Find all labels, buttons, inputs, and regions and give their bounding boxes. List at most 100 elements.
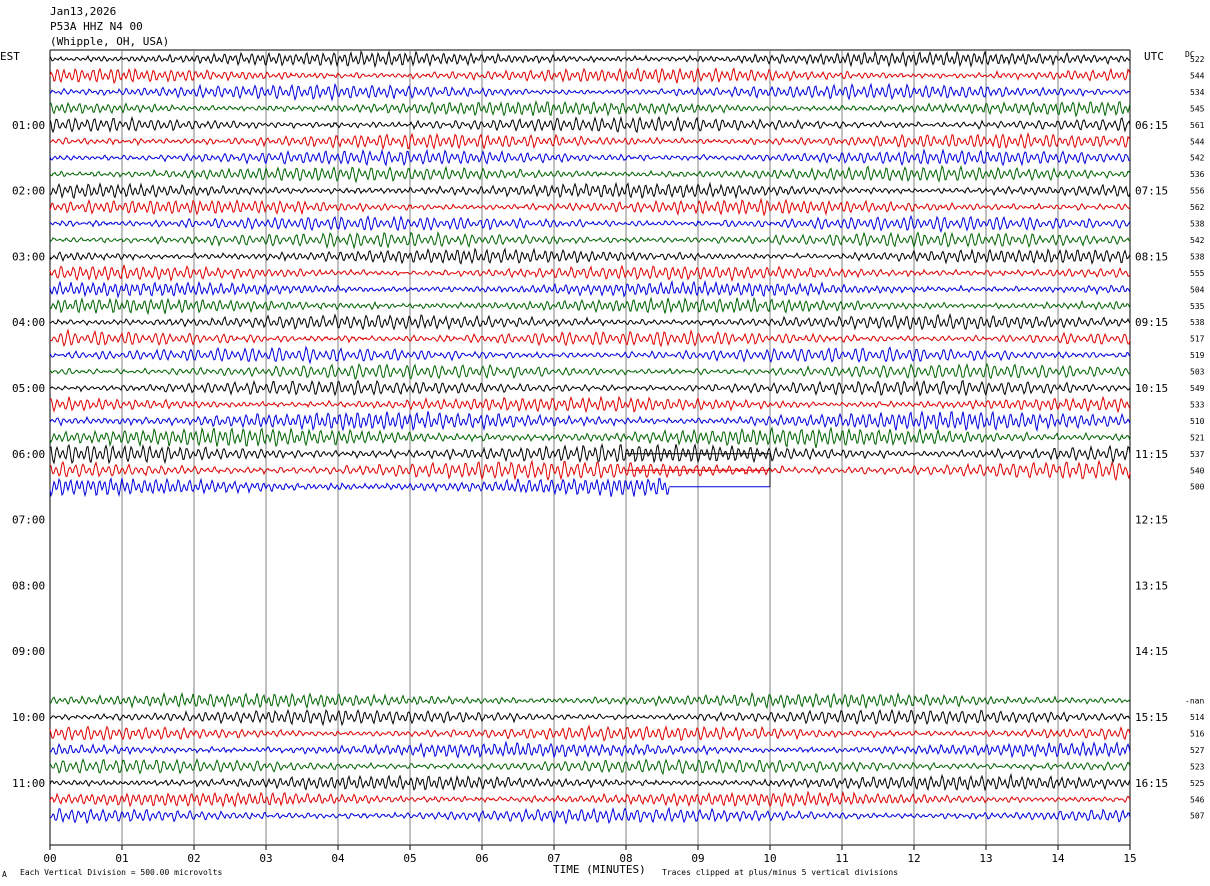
x-tick-label: 15	[1123, 852, 1136, 865]
trace-row	[49, 790, 1131, 808]
dc-value: 545	[1190, 104, 1205, 113]
x-tick-label: 01	[115, 852, 128, 865]
utc-hour-label: 08:15	[1135, 250, 1168, 263]
trace-row	[49, 181, 1131, 200]
est-hour-label: 08:00	[12, 579, 45, 592]
est-hour-label: 03:00	[12, 250, 45, 263]
trace-row	[49, 328, 1131, 348]
est-hour-label: 02:00	[12, 185, 45, 198]
dc-value: 549	[1190, 384, 1205, 393]
utc-hour-label: 13:15	[1135, 579, 1168, 592]
dc-value: 519	[1190, 351, 1205, 360]
dc-value: 542	[1190, 154, 1205, 163]
utc-hour-label: 11:15	[1135, 448, 1168, 461]
x-tick-label: 00	[43, 852, 56, 865]
trace-row	[49, 442, 1131, 465]
trace-row	[49, 691, 1131, 710]
trace-row	[49, 724, 1131, 742]
trace-row	[49, 50, 1131, 69]
trace-row	[49, 247, 1131, 265]
trace-row	[49, 459, 1131, 482]
trace-row	[49, 379, 1131, 397]
trace-row	[49, 477, 670, 498]
trace-row	[49, 148, 1131, 167]
dc-value: 556	[1190, 187, 1205, 196]
dc-value: 540	[1190, 466, 1205, 475]
utc-hour-label: 14:15	[1135, 645, 1168, 658]
est-hour-label: 04:00	[12, 316, 45, 329]
est-zone-label: EST	[0, 50, 20, 63]
trace-row	[49, 426, 1131, 449]
dc-value: 534	[1190, 88, 1205, 97]
dc-value: 514	[1190, 713, 1205, 722]
utc-hour-label: 06:15	[1135, 119, 1168, 132]
dc-value: 562	[1190, 203, 1205, 212]
dc-value: 542	[1190, 236, 1205, 245]
trace-row	[49, 345, 1131, 365]
est-hour-label: 01:00	[12, 119, 45, 132]
dc-value: 517	[1190, 335, 1205, 344]
x-tick-label: 14	[1051, 852, 1065, 865]
dc-value-nan: -nan	[1185, 697, 1204, 706]
x-tick-label: 07	[547, 852, 560, 865]
seismic-traces	[49, 50, 1131, 825]
trace-row	[49, 231, 1131, 250]
utc-hour-label: 15:15	[1135, 711, 1168, 724]
dc-value: 522	[1190, 55, 1205, 64]
est-hour-label: 11:00	[12, 777, 45, 790]
x-tick-label: 03	[259, 852, 272, 865]
est-hour-label: 10:00	[12, 711, 45, 724]
trace-row	[49, 214, 1131, 233]
est-hour-label: 05:00	[12, 382, 45, 395]
x-tick-label: 02	[187, 852, 200, 865]
trace-row	[49, 279, 1131, 299]
utc-hour-label: 09:15	[1135, 316, 1168, 329]
trace-row	[49, 264, 1131, 283]
utc-hour-label: 07:15	[1135, 185, 1168, 198]
dc-value: 536	[1190, 170, 1205, 179]
trace-row	[49, 66, 1131, 85]
dc-value: 544	[1190, 71, 1205, 80]
trace-row	[49, 757, 1131, 776]
x-tick-label: 04	[331, 852, 345, 865]
est-hour-label: 06:00	[12, 448, 45, 461]
clip-note: Traces clipped at plus/minus 5 vertical …	[662, 868, 898, 877]
dc-value: 538	[1190, 252, 1205, 261]
dc-value: 533	[1190, 400, 1205, 409]
dc-value: 527	[1190, 746, 1205, 755]
x-tick-label: 12	[907, 852, 920, 865]
x-tick-label: 05	[403, 852, 416, 865]
dc-value: 500	[1190, 483, 1205, 492]
trace-row	[49, 296, 1131, 316]
x-tick-label: 11	[835, 852, 848, 865]
trace-row	[49, 740, 1131, 759]
trace-row	[49, 806, 1131, 825]
dc-value: 537	[1190, 450, 1205, 459]
trace-row	[49, 82, 1131, 102]
dc-value: 507	[1190, 812, 1205, 821]
trace-row	[49, 772, 1131, 792]
utc-hour-label: 12:15	[1135, 514, 1168, 527]
corner-mark: A	[2, 870, 7, 879]
scale-note: Each Vertical Division = 500.00 microvol…	[20, 868, 222, 877]
utc-hour-label: 10:15	[1135, 382, 1168, 395]
dc-value: 555	[1190, 269, 1205, 278]
dc-value: 538	[1190, 318, 1205, 327]
dc-value: 525	[1190, 779, 1205, 788]
trace-row	[49, 197, 1131, 217]
x-tick-label: 06	[475, 852, 488, 865]
dc-value: 510	[1190, 417, 1205, 426]
trace-row	[49, 708, 1131, 727]
trace-row	[49, 100, 1131, 118]
helicorder-chart: EST UTC DC TIME (MINUTES) Each Vertical …	[0, 49, 1205, 879]
dc-value: 546	[1190, 795, 1205, 804]
dc-value: 544	[1190, 137, 1205, 146]
dc-value: 503	[1190, 368, 1205, 377]
dc-value: 561	[1190, 121, 1205, 130]
trace-row	[49, 410, 1131, 433]
x-tick-label: 10	[763, 852, 776, 865]
est-hour-label: 09:00	[12, 645, 45, 658]
trace-row	[49, 312, 1131, 331]
trace-row	[49, 131, 1131, 151]
dc-value: 516	[1190, 729, 1205, 738]
